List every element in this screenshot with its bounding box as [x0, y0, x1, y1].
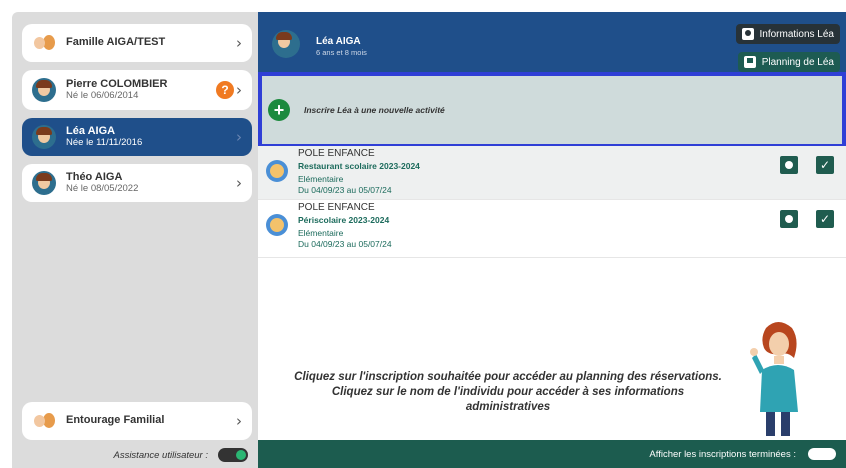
footer-bar: Afficher les inscriptions terminées :: [258, 440, 846, 468]
app-root: Famille AIGA/TEST › Pierre COLOMBIER Né …: [0, 0, 846, 468]
inscription-dates: Du 04/09/23 au 05/07/24: [298, 185, 392, 195]
assistance-toggle[interactable]: [218, 448, 248, 462]
chevron-right-icon: ›: [236, 34, 242, 52]
member-birthdate: Née le 11/11/2016: [66, 136, 143, 148]
chevron-right-icon: ›: [236, 174, 242, 192]
planning-button-label: Planning de Léa: [761, 56, 834, 68]
activity-icon: [266, 214, 288, 236]
inscription-category: POLE ENFANCE: [298, 202, 375, 213]
member-card-lea[interactable]: Léa AIGA Née le 11/11/2016 ›: [22, 118, 252, 156]
family-card[interactable]: Famille AIGA/TEST ›: [22, 24, 252, 62]
inscription-title: Périscolaire 2023-2024: [298, 215, 390, 225]
inscription-level: Elémentaire: [298, 228, 344, 238]
member-card-theo[interactable]: Théo AIGA Né le 08/05/2022 ›: [22, 164, 252, 202]
person-header: Léa AIGA 6 ans et 8 mois Informations Lé…: [258, 12, 846, 72]
help-line-1: Cliquez sur l'inscription souhaitée pour…: [294, 371, 722, 383]
info-button[interactable]: Informations Léa: [735, 24, 840, 44]
family-icon: [32, 409, 56, 433]
calendar-icon: [743, 56, 756, 68]
family-icon: [32, 31, 56, 55]
planning-button[interactable]: Planning de Léa: [737, 52, 840, 72]
question-icon[interactable]: ?: [216, 81, 234, 99]
child-avatar-icon: [32, 125, 56, 149]
person-age: 6 ans et 8 mois: [316, 48, 367, 57]
member-birthdate: Né le 08/05/2022: [66, 182, 139, 194]
inscription-level: Elémentaire: [298, 174, 344, 184]
calendar-check-icon[interactable]: [816, 210, 834, 228]
inscription-dates: Du 04/09/23 au 05/07/24: [298, 239, 392, 249]
assistance-label: Assistance utilisateur :: [113, 449, 208, 461]
folder-user-icon[interactable]: [780, 210, 798, 228]
chevron-right-icon: ›: [236, 412, 242, 430]
new-activity-label: Inscrire Léa à une nouvelle activité: [304, 105, 445, 115]
member-card-pierre[interactable]: Pierre COLOMBIER Né le 06/06/2014 ? ›: [22, 70, 252, 110]
info-button-label: Informations Léa: [759, 28, 835, 40]
assistance-bar: Assistance utilisateur :: [12, 442, 258, 468]
person-name[interactable]: Léa AIGA: [316, 36, 361, 47]
new-activity-button[interactable]: + Inscrire Léa à une nouvelle activité: [258, 72, 846, 148]
plus-icon: +: [268, 99, 290, 121]
show-finished-toggle[interactable]: [808, 448, 836, 460]
help-message: Cliquez sur l'inscription souhaitée pour…: [258, 370, 758, 415]
entourage-card[interactable]: Entourage Familial ›: [22, 402, 252, 440]
calendar-check-icon[interactable]: [816, 156, 834, 174]
family-name: Famille AIGA/TEST: [66, 36, 166, 49]
assistant-illustration: [750, 322, 798, 436]
folder-user-icon[interactable]: [780, 156, 798, 174]
child-avatar-icon: [32, 78, 56, 102]
show-finished-label: Afficher les inscriptions terminées :: [649, 448, 796, 460]
inscription-category: POLE ENFANCE: [298, 148, 375, 159]
inscription-title: Restaurant scolaire 2023-2024: [298, 161, 420, 171]
inscription-row[interactable]: POLE ENFANCE Restaurant scolaire 2023-20…: [258, 146, 846, 200]
child-avatar-icon: [32, 171, 56, 195]
inscription-row[interactable]: POLE ENFANCE Périscolaire 2023-2024 Elém…: [258, 200, 846, 258]
activity-icon: [266, 160, 288, 182]
user-icon: [741, 28, 754, 40]
member-birthdate: Né le 06/06/2014: [66, 89, 139, 101]
help-line-3: administratives: [465, 400, 551, 413]
help-line-2: Cliquez sur le nom de l'individu pour ac…: [331, 385, 685, 398]
chevron-right-icon: ›: [236, 81, 242, 99]
sidebar: Famille AIGA/TEST › Pierre COLOMBIER Né …: [12, 12, 258, 468]
child-avatar-icon: [272, 30, 300, 58]
chevron-right-icon: ›: [236, 128, 242, 146]
entourage-label: Entourage Familial: [66, 414, 165, 427]
